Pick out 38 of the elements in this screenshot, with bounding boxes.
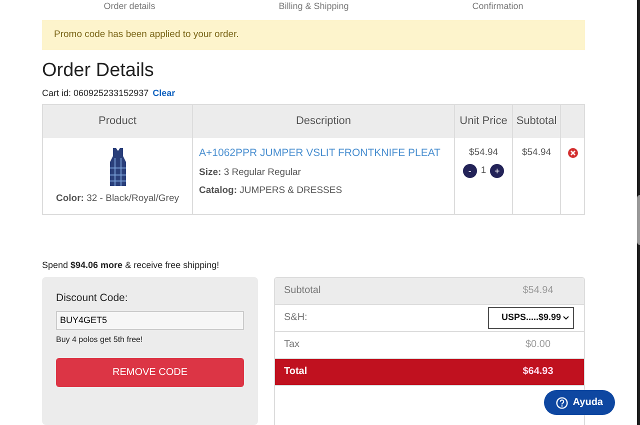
step-label[interactable]: Confirmation xyxy=(472,0,524,12)
summary-label: Subtotal xyxy=(284,284,321,298)
discount-code-field[interactable]: BUY4GET5 xyxy=(56,310,244,330)
row-subtotal: $54.94 xyxy=(522,147,552,158)
cart-id: Cart id: 060925233152937 xyxy=(42,87,149,100)
color-info: Color: 32 - Black/Royal/Grey xyxy=(54,192,180,206)
alert-message: Promo code has been applied to your order. xyxy=(42,20,585,50)
discount-label: Discount Code: xyxy=(56,290,129,306)
step-label[interactable]: Billing & Shipping xyxy=(278,0,349,12)
remove-icon[interactable] xyxy=(568,148,578,158)
column-header: Unit Price xyxy=(454,104,512,138)
dress-photo xyxy=(110,148,126,186)
summary-label: S&H: xyxy=(284,311,308,326)
product-link[interactable]: A+1062PPR JUMPER VSLIT FRONTKNIFE PLEAT xyxy=(199,146,448,162)
column-header: Subtotal xyxy=(512,104,560,138)
summary-label: Tax xyxy=(284,338,300,352)
column-header: Product xyxy=(42,104,192,138)
summary-value: $64.93 xyxy=(522,365,554,380)
summary-value: $0.00 xyxy=(524,338,552,352)
help-icon xyxy=(556,396,568,408)
remove-code-button[interactable]: REMOVE CODE xyxy=(56,358,244,388)
quantity: 1 xyxy=(480,164,486,178)
column-header: Description xyxy=(192,104,454,138)
page-heading: Order Details xyxy=(42,60,155,84)
discount-note: Buy 4 polos get 5th free! xyxy=(56,334,144,346)
summary-value: $54.94 xyxy=(522,284,554,298)
caret-icon xyxy=(563,316,569,320)
clear-link[interactable]: Clear xyxy=(152,87,176,101)
size-info: Size: 3 Regular Regular xyxy=(199,166,302,180)
catalog-info: Catalog: JUMPERS & DRESSES xyxy=(199,184,344,198)
increase-button[interactable]: + xyxy=(490,164,504,178)
help-button[interactable]: Ayuda xyxy=(544,390,615,415)
step-label[interactable]: Order details xyxy=(104,0,156,12)
summary-label: Total xyxy=(284,365,308,380)
unit-price: $54.94 xyxy=(468,146,500,160)
shipping-select[interactable]: USPS.....$9.99 xyxy=(488,307,574,329)
decrease-button[interactable]: - xyxy=(462,164,477,178)
shipping-note: Spend $94.06 more & receive free shipping! xyxy=(42,259,220,272)
